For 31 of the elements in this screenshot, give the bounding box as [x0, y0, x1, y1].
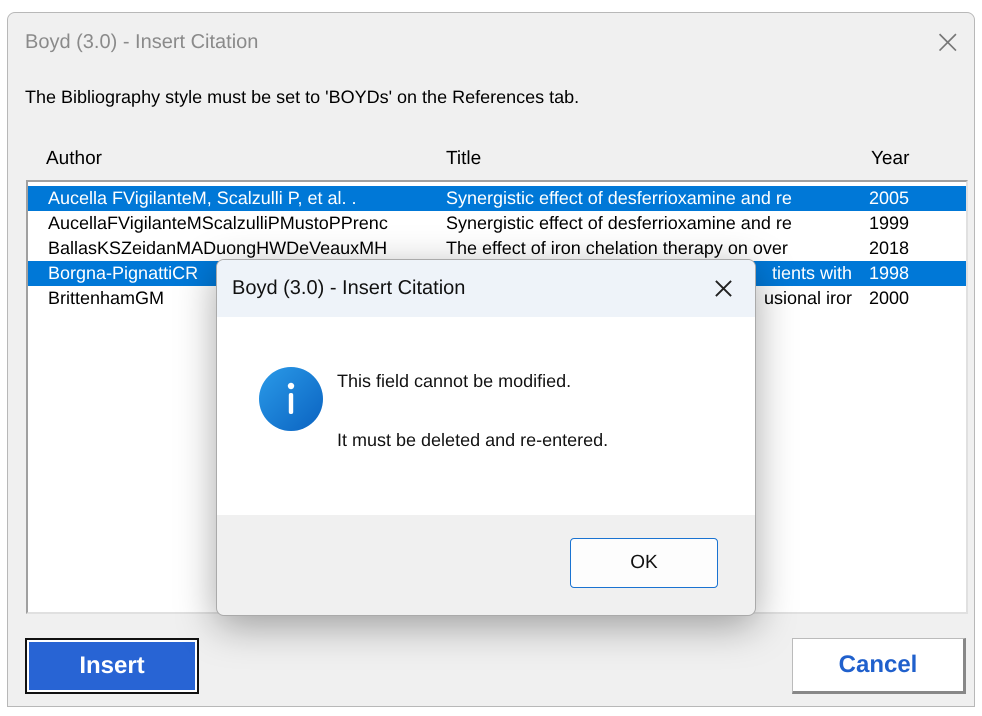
title-text: Synergistic effect of desferrioxamine and re — [446, 213, 792, 234]
author-text: Borgna-PignattiCR — [48, 263, 198, 284]
year-text: 2005 — [869, 188, 910, 209]
author-text: BallasKSZeidanMADuongHWDeVeauxMH — [48, 238, 388, 259]
year-text: 1999 — [869, 213, 910, 234]
year-text: 2018 — [869, 238, 910, 259]
column-header: Author — [46, 148, 103, 171]
year-text: 1998 — [869, 263, 910, 284]
title-text: Synergistic effect of desferrioxamine and re — [446, 188, 792, 209]
ok-button[interactable]: OK — [570, 538, 718, 588]
list-row[interactable]: BallasKSZeidanMADuongHWDeVeauxMH The effect of iron chelation therapy on over 2018 — [28, 236, 966, 261]
info-icon — [259, 367, 323, 431]
cancel-button[interactable]: Cancel — [792, 638, 966, 694]
year-text: 2000 — [869, 288, 910, 309]
close-icon[interactable] — [714, 279, 733, 298]
column-header: Year — [871, 148, 910, 171]
title-text: tients with — [772, 263, 852, 284]
title-text: usional iror — [764, 288, 852, 309]
dialog-message: It must be deleted and re-entered. — [337, 430, 608, 451]
list-row[interactable]: AucellaFVigilanteMScalzulliPMustoPPrenc Synergistic effect of desferrioxamine and re 1999 — [28, 211, 966, 236]
window-title: Boyd (3.0) - Insert Citation — [25, 30, 258, 54]
list-row[interactable]: Aucella FVigilanteM, Scalzulli P, et al. . Synergistic effect of desferrioxamine and re 2005 — [28, 186, 966, 211]
author-text: Aucella FVigilanteM, Scalzulli P, et al. . — [48, 188, 356, 209]
dialog-message: This field cannot be modified. — [337, 371, 572, 392]
insert-button[interactable]: Insert — [25, 638, 199, 694]
dialog-title: Boyd (3.0) - Insert Citation — [232, 277, 466, 300]
title-text: The effect of iron chelation therapy on over — [446, 238, 788, 259]
close-button[interactable]: × — [930, 22, 966, 62]
author-text: AucellaFVigilanteMScalzulliPMustoPPrenc — [48, 213, 388, 234]
column-header: Title — [446, 148, 482, 171]
message-text: The Bibliography style must be set to 'BOYDs' on the References tab. — [25, 87, 580, 108]
